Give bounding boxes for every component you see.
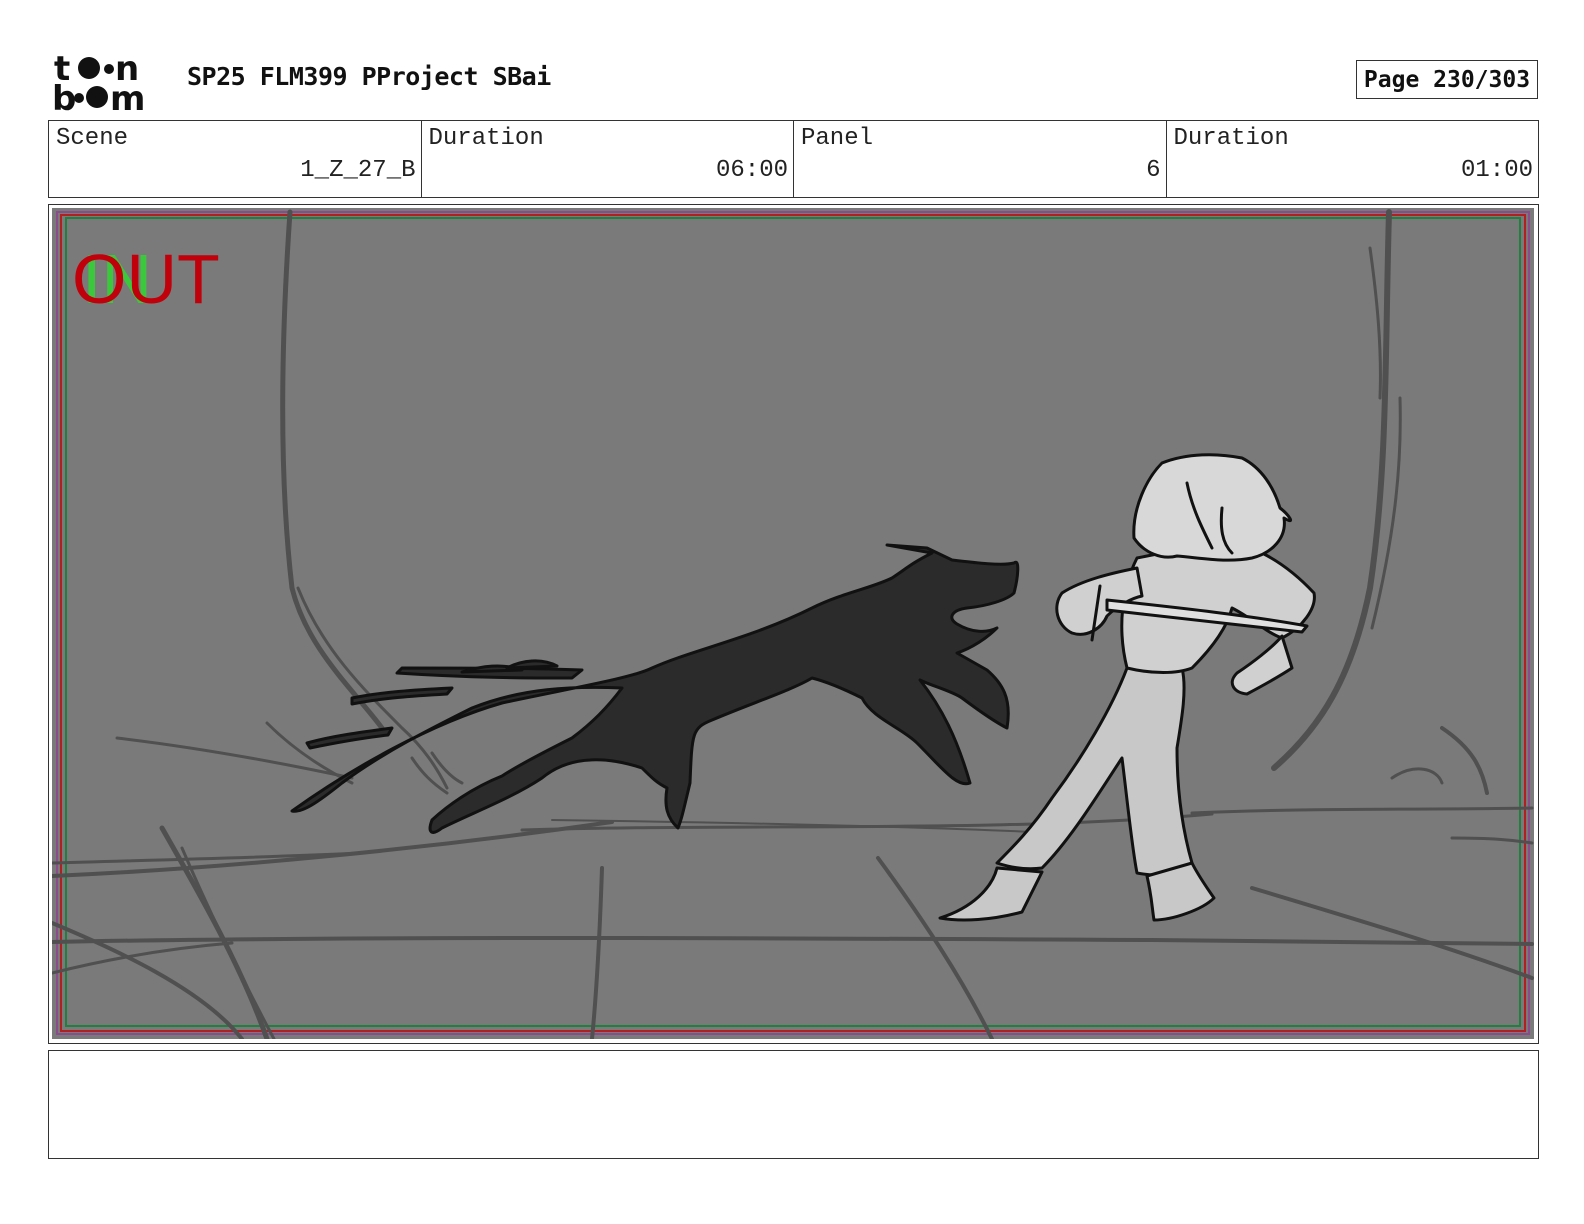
out-marker: OUT <box>72 240 220 318</box>
panel-notes[interactable] <box>48 1050 1539 1159</box>
panel-drawing: IN OUT <box>52 208 1534 1039</box>
scene-duration-cell: Duration 06:00 <box>422 121 794 197</box>
panel-duration-label: Duration <box>1173 125 1289 152</box>
page-number: Page 230/303 <box>1356 60 1538 99</box>
scene-cell: Scene 1_Z_27_B <box>49 121 422 197</box>
panel-duration-cell: Duration 01:00 <box>1167 121 1539 197</box>
panel-cell: Panel 6 <box>794 121 1167 197</box>
toon-boom-logo: t n b m <box>52 50 145 112</box>
panel-value: 6 <box>1146 157 1161 184</box>
project-title: SP25 FLM399 PProject SBai <box>187 62 551 91</box>
scene-value: 1_Z_27_B <box>300 157 416 184</box>
scene-duration-label: Duration <box>428 125 544 152</box>
scene-info-table: Scene 1_Z_27_B Duration 06:00 Panel 6 Du… <box>48 120 1539 198</box>
scene-duration-value: 06:00 <box>715 157 788 184</box>
svg-text:b: b <box>52 79 76 112</box>
svg-text:m: m <box>110 79 145 112</box>
scene-label: Scene <box>56 125 129 152</box>
panel-label: Panel <box>801 125 874 152</box>
panel-duration-value: 01:00 <box>1460 157 1533 184</box>
storyboard-panel: IN OUT <box>48 204 1539 1044</box>
